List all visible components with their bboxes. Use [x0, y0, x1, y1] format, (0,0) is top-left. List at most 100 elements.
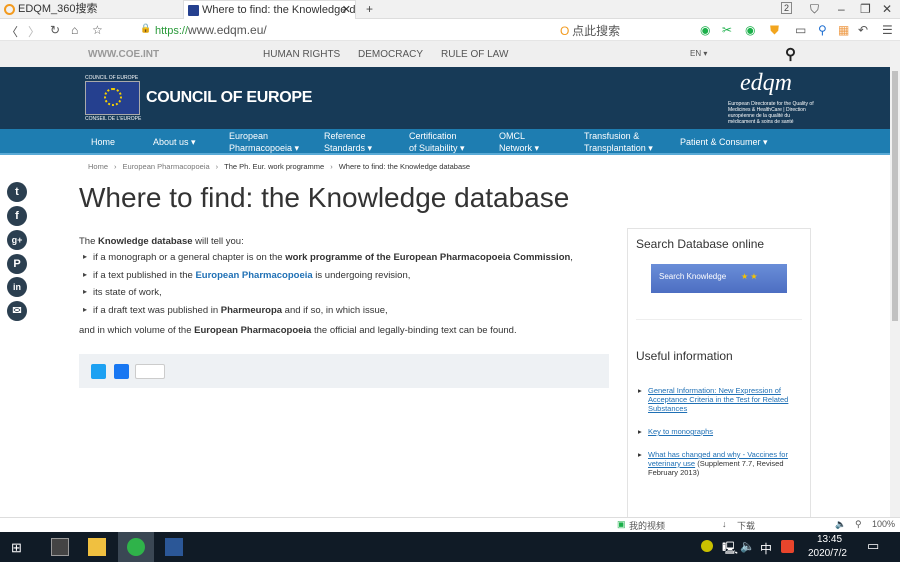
- edqm-favicon-icon: [188, 5, 199, 16]
- edqm-logo[interactable]: edqm: [740, 70, 792, 97]
- network-icon[interactable]: 🖳: [722, 539, 738, 560]
- back-icon[interactable]: 〈: [6, 23, 18, 40]
- download-icon[interactable]: ↓: [722, 519, 727, 529]
- ime-indicator[interactable]: 中: [760, 540, 772, 557]
- forward-icon[interactable]: 〉: [28, 23, 40, 40]
- apps-icon[interactable]: ▦: [838, 23, 849, 37]
- windows-start-icon[interactable]: ⊞: [11, 540, 22, 556]
- breadcrumb-pharmacopoeia[interactable]: European Pharmacopoeia: [123, 162, 210, 171]
- extension-icon[interactable]: ◉: [700, 23, 710, 37]
- address-bar: 〈 〉 ↻ ⌂ ☆ 🔒 https://www.edqm.eu/ O 点此搜索 …: [0, 19, 900, 41]
- scissors-icon[interactable]: ✂: [722, 23, 732, 37]
- new-tab-button[interactable]: +: [366, 2, 373, 16]
- browser-tab[interactable]: EDQM_360搜索: [0, 0, 180, 19]
- menu-icon[interactable]: ☰: [882, 23, 893, 37]
- list-item: if a text published in the European Phar…: [79, 270, 609, 288]
- link-human-rights[interactable]: HUMAN RIGHTS: [263, 49, 340, 60]
- browser-tab-active[interactable]: Where to find: the Knowledge d ✕: [183, 0, 356, 19]
- sogou-icon[interactable]: [781, 540, 794, 553]
- sidebar: Search Database online Search Knowledge ★…: [627, 228, 811, 518]
- nav-about[interactable]: About us ▾: [153, 136, 196, 148]
- link-key-to-monographs[interactable]: Key to monographs: [648, 427, 713, 436]
- useful-info-title: Useful information: [636, 349, 733, 363]
- word-icon[interactable]: [165, 538, 183, 556]
- image-icon[interactable]: ▭: [795, 23, 806, 37]
- list-item: Key to monographs: [636, 427, 806, 436]
- nav-patient[interactable]: Patient & Consumer ▾: [680, 136, 768, 148]
- calculator-icon[interactable]: [51, 538, 69, 556]
- zoom-icon[interactable]: ⚲: [855, 519, 862, 530]
- twitter-share-icon[interactable]: [91, 364, 106, 379]
- search-box[interactable]: O 点此搜索: [560, 22, 690, 38]
- reload-icon[interactable]: ↻: [50, 23, 60, 37]
- list-item: if a monograph or a general chapter is o…: [79, 252, 609, 270]
- security-tray-icon[interactable]: [701, 540, 713, 552]
- nav-omcl[interactable]: OMCL Network ▾: [499, 130, 539, 154]
- extension-icon[interactable]: ◉: [745, 23, 755, 37]
- pinterest-icon[interactable]: P: [7, 254, 27, 274]
- search-db-title: Search Database online: [636, 237, 765, 251]
- shield-icon[interactable]: ⛊: [770, 23, 779, 38]
- clock-time[interactable]: 13:45: [817, 534, 842, 545]
- minimize-button[interactable]: –: [838, 2, 845, 16]
- tumblr-icon[interactable]: t: [7, 182, 27, 202]
- tab-count[interactable]: 2: [781, 2, 793, 14]
- clock-date[interactable]: 2020/7/2: [808, 548, 847, 559]
- breadcrumb-home[interactable]: Home: [88, 162, 108, 171]
- edqm-subtitle: European Directorate for the Quality of …: [728, 101, 814, 125]
- breadcrumb-sep: ›: [114, 162, 117, 171]
- intro: The Knowledge database will tell you:: [79, 236, 244, 247]
- european-pharmacopoeia-link[interactable]: European Pharmacopoeia: [195, 270, 312, 281]
- close-tab-icon[interactable]: ✕: [342, 1, 351, 19]
- nav-pharmacopoeia[interactable]: European Pharmacopoeia ▾: [229, 130, 299, 154]
- coe-logo[interactable]: [85, 81, 140, 115]
- volume-muted-icon[interactable]: 🔈: [740, 539, 755, 553]
- page-title: Where to find: the Knowledge database: [79, 182, 570, 213]
- share-count-box[interactable]: [135, 364, 165, 379]
- linkedin-icon[interactable]: in: [7, 277, 27, 297]
- link-general-information[interactable]: General Information: New Expression of A…: [648, 386, 788, 413]
- 360-search-icon: [4, 4, 15, 15]
- undo-icon[interactable]: ↶: [858, 23, 868, 37]
- scrollbar-thumb[interactable]: [892, 71, 898, 321]
- zoom-level[interactable]: 100%: [872, 519, 895, 529]
- close-window-button[interactable]: ✕: [882, 2, 892, 16]
- facebook-share-icon[interactable]: [114, 364, 129, 379]
- nav-certification[interactable]: Certification of Suitability ▾: [409, 130, 465, 154]
- nav-transfusion[interactable]: Transfusion & Transplantation ▾: [584, 130, 653, 154]
- outro: and in which volume of the European Phar…: [79, 325, 517, 336]
- page-scrollbar[interactable]: [890, 41, 900, 517]
- search-knowledge-button[interactable]: Search Knowledge ★ ★: [651, 264, 787, 293]
- nav-reference-standards[interactable]: Reference Standards ▾: [324, 130, 372, 154]
- breadcrumb-sep: ›: [330, 162, 333, 171]
- list-item: General Information: New Expression of A…: [636, 386, 806, 413]
- video-icon[interactable]: ▣: [617, 519, 626, 530]
- search-icon[interactable]: ⚲: [785, 45, 796, 63]
- maximize-button[interactable]: ❐: [860, 2, 871, 16]
- breadcrumb-work-programme[interactable]: The Ph. Eur. work programme: [224, 162, 324, 171]
- nav-home[interactable]: Home: [91, 136, 115, 148]
- logo-caption-fr: CONSEIL DE L'EUROPE: [85, 116, 142, 122]
- home-icon[interactable]: ⌂: [71, 23, 78, 37]
- lock-icon: 🔒: [140, 23, 152, 33]
- list-item: What has changed and why - Vaccines for …: [636, 450, 806, 477]
- google-plus-icon[interactable]: g+: [7, 230, 27, 250]
- link-democracy[interactable]: DEMOCRACY: [358, 49, 423, 60]
- url-field[interactable]: https://www.edqm.eu/: [155, 23, 267, 37]
- windows-taskbar: ⊞ 🖳 🔈 中 13:45 2020/7/2 ▭: [0, 532, 900, 562]
- volume-icon[interactable]: 🔈: [835, 519, 846, 530]
- file-explorer-icon[interactable]: [88, 538, 106, 556]
- main-content: The Knowledge database will tell you: if…: [79, 236, 609, 341]
- email-icon[interactable]: ✉: [7, 301, 27, 321]
- facebook-icon[interactable]: f: [7, 206, 27, 226]
- link-rule-of-law[interactable]: RULE OF LAW: [441, 49, 508, 60]
- browser-taskbar-item[interactable]: [118, 532, 154, 562]
- notification-icon[interactable]: ▭: [867, 538, 879, 554]
- coe-site-link[interactable]: WWW.COE.INT: [88, 49, 159, 60]
- my-video-button[interactable]: 我的视频: [629, 519, 665, 532]
- star-icon[interactable]: ☆: [92, 23, 103, 37]
- download-button[interactable]: 下载: [737, 519, 755, 532]
- skin-icon[interactable]: ⛉: [810, 2, 819, 17]
- magnifier-icon[interactable]: ⚲: [818, 23, 827, 37]
- language-select[interactable]: EN ▾: [690, 49, 707, 58]
